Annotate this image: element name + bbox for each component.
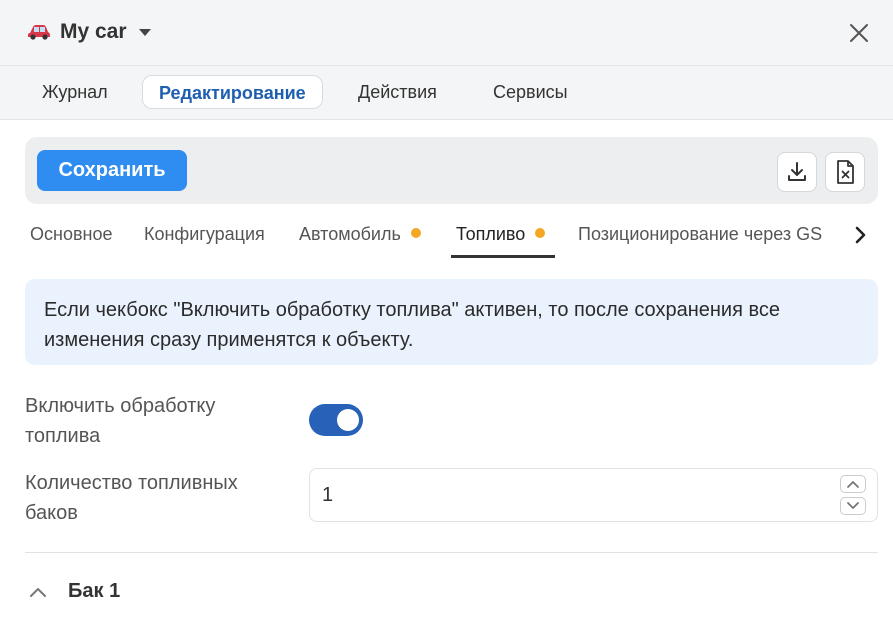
- subtab-label: Позиционирование через GSM: [578, 224, 823, 244]
- modified-dot: [535, 228, 546, 238]
- subtab-configuration[interactable]: Конфигурация: [144, 224, 265, 245]
- increment-button[interactable]: [840, 475, 866, 493]
- fuel-processing-label: Включить обработку топлива: [25, 395, 216, 447]
- window-header: My car: [0, 0, 893, 66]
- tab-journal[interactable]: Журнал: [26, 75, 124, 109]
- section-tank-1[interactable]: Бак 1: [28, 580, 120, 603]
- window-title: My car: [60, 20, 127, 43]
- delete-file-button[interactable]: [825, 152, 865, 192]
- subtab-main[interactable]: Основное: [30, 224, 112, 245]
- main-tabs: Журнал Редактирование Действия Сервисы: [0, 66, 893, 120]
- download-button[interactable]: [777, 152, 817, 192]
- download-icon: [788, 162, 806, 181]
- subtab-label: Конфигурация: [144, 224, 265, 244]
- subtab-gsm-positioning[interactable]: Позиционирование через GSM: [578, 224, 823, 245]
- subtab-label: Топливо: [456, 224, 526, 244]
- tab-actions[interactable]: Действия: [342, 75, 453, 109]
- toolbar: Сохранить: [25, 137, 878, 204]
- delete-file-icon: [837, 160, 854, 184]
- tank-count-input[interactable]: 1: [309, 468, 878, 522]
- decrement-button[interactable]: [840, 497, 866, 515]
- chevron-right-icon: [855, 226, 866, 244]
- tab-services[interactable]: Сервисы: [477, 75, 584, 109]
- subtab-label: Основное: [30, 224, 113, 244]
- modified-dot: [410, 228, 421, 238]
- divider: [25, 552, 878, 553]
- tab-editing[interactable]: Редактирование: [142, 75, 323, 109]
- section-title: Бак 1: [68, 580, 121, 602]
- tank-count-label: Количество топливных баков: [25, 472, 238, 524]
- scroll-tabs-right-button[interactable]: [845, 220, 875, 250]
- subtab-vehicle[interactable]: Автомобиль: [299, 224, 421, 245]
- object-selector[interactable]: My car: [28, 20, 151, 44]
- chevron-up-icon: [30, 587, 46, 597]
- save-button[interactable]: Сохранить: [37, 150, 187, 191]
- chevron-down-icon: [847, 502, 859, 509]
- tank-count-value: 1: [322, 484, 334, 506]
- subtab-gsm-clip: Позиционирование через GSM: [578, 224, 823, 250]
- caret-down-icon[interactable]: [138, 28, 151, 36]
- chevron-up-icon: [847, 481, 859, 488]
- active-subtab-underline: [451, 255, 555, 258]
- toggle-knob: [337, 409, 359, 431]
- info-message: Если чекбокс "Включить обработку топлива…: [25, 279, 878, 365]
- close-icon[interactable]: [849, 23, 869, 43]
- car-icon: [28, 25, 50, 40]
- subtab-fuel[interactable]: Топливо: [456, 224, 546, 245]
- fuel-processing-toggle[interactable]: [309, 404, 363, 436]
- subtab-label: Автомобиль: [299, 224, 401, 244]
